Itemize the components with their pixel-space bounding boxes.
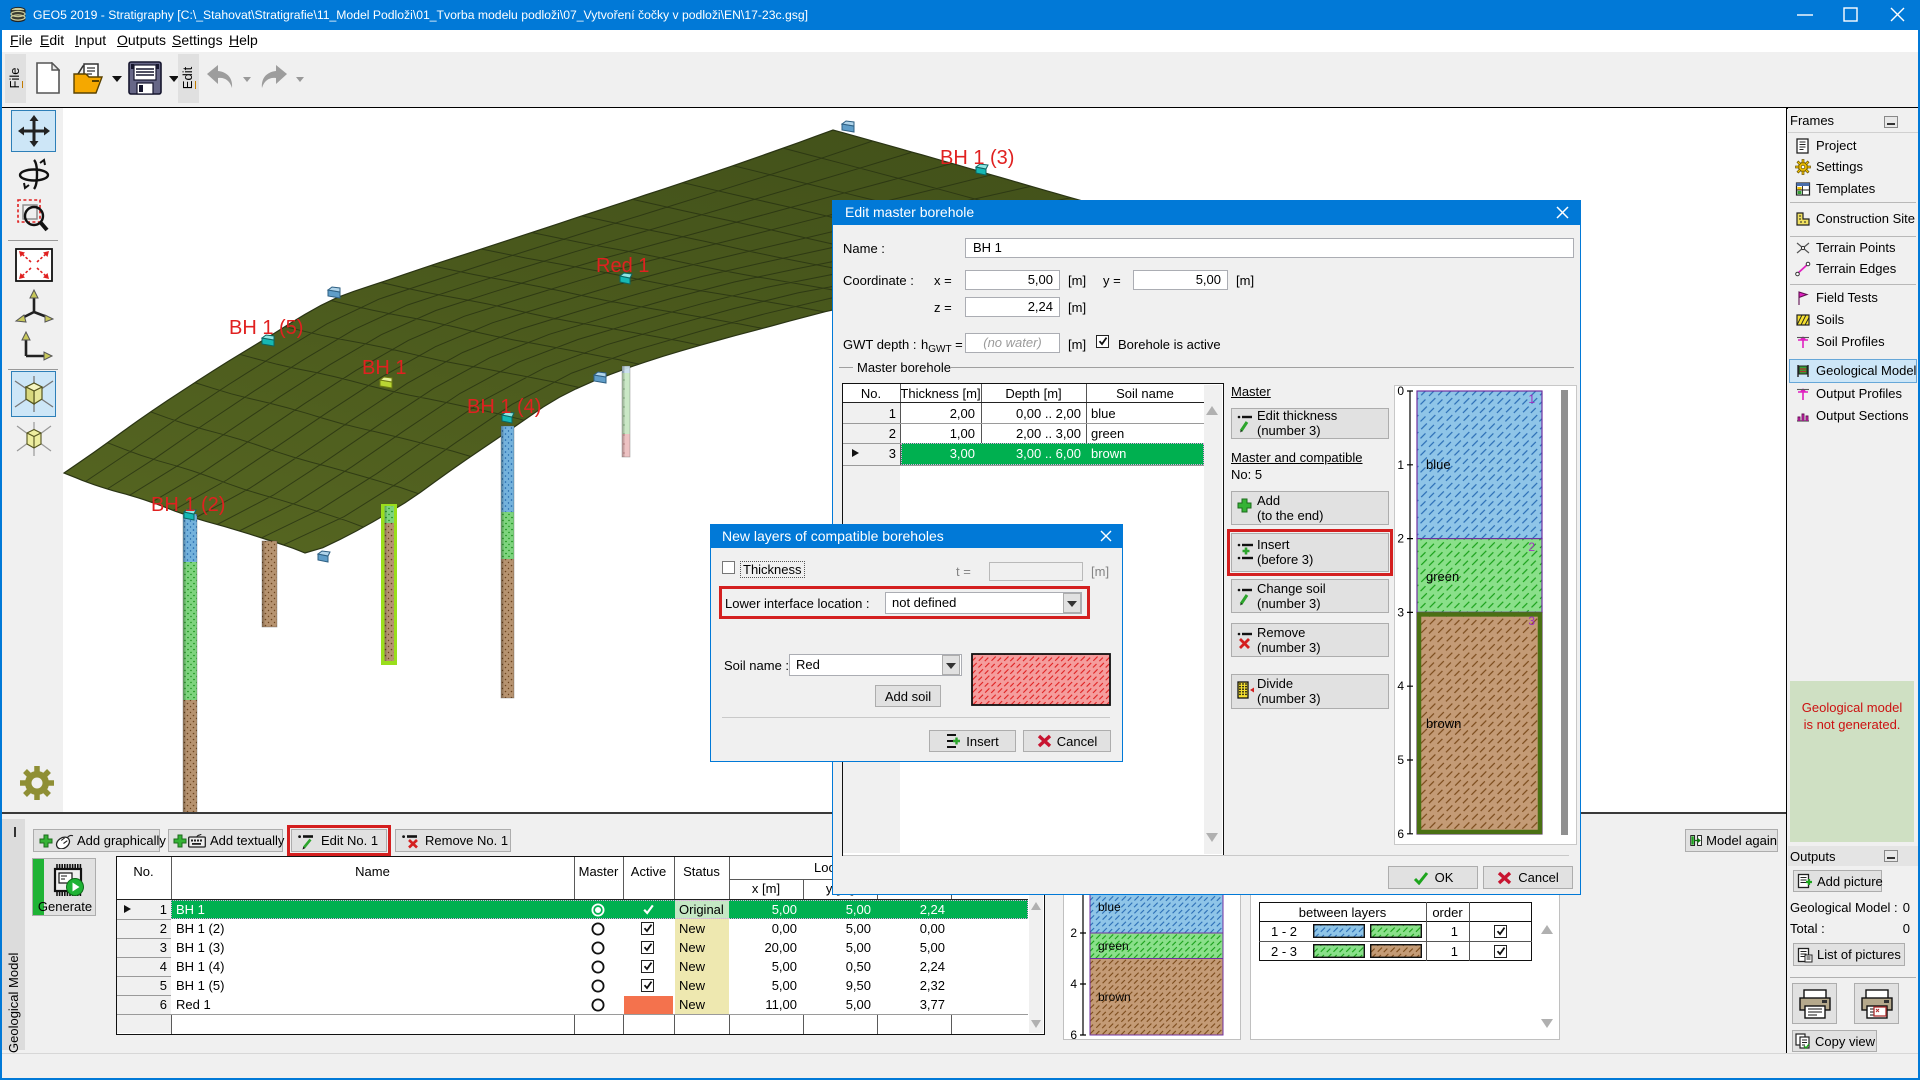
svg-text:BH 1 (4): BH 1 (4) bbox=[467, 396, 541, 418]
svg-text:2: 2 bbox=[1397, 532, 1404, 546]
svg-text:BH 1 (2): BH 1 (2) bbox=[151, 494, 225, 516]
svg-text:2: 2 bbox=[1070, 926, 1077, 940]
svg-text:blue: blue bbox=[1098, 900, 1121, 914]
svg-text:4: 4 bbox=[1070, 977, 1077, 991]
svg-text:1: 1 bbox=[1528, 392, 1535, 406]
svg-text:5: 5 bbox=[1397, 753, 1404, 767]
svg-text:3: 3 bbox=[1528, 614, 1535, 628]
svg-text:BH 1 (5): BH 1 (5) bbox=[229, 317, 303, 339]
svg-text:BH 1: BH 1 bbox=[362, 357, 406, 379]
svg-text:blue: blue bbox=[1426, 457, 1451, 472]
svg-text:1: 1 bbox=[1397, 458, 1404, 472]
svg-text:brown: brown bbox=[1426, 716, 1461, 731]
svg-text:brown: brown bbox=[1098, 990, 1131, 1004]
svg-text:BH 1 (3): BH 1 (3) bbox=[940, 147, 1014, 169]
svg-text:green: green bbox=[1098, 939, 1129, 953]
svg-text:2: 2 bbox=[1528, 540, 1535, 554]
svg-text:6: 6 bbox=[1397, 827, 1404, 841]
svg-text:green: green bbox=[1426, 569, 1459, 584]
svg-text:3: 3 bbox=[1397, 605, 1404, 619]
svg-text:0: 0 bbox=[1397, 385, 1404, 398]
svg-text:6: 6 bbox=[1070, 1028, 1077, 1040]
svg-text:4: 4 bbox=[1397, 679, 1404, 693]
svg-text:Red 1: Red 1 bbox=[596, 255, 649, 277]
